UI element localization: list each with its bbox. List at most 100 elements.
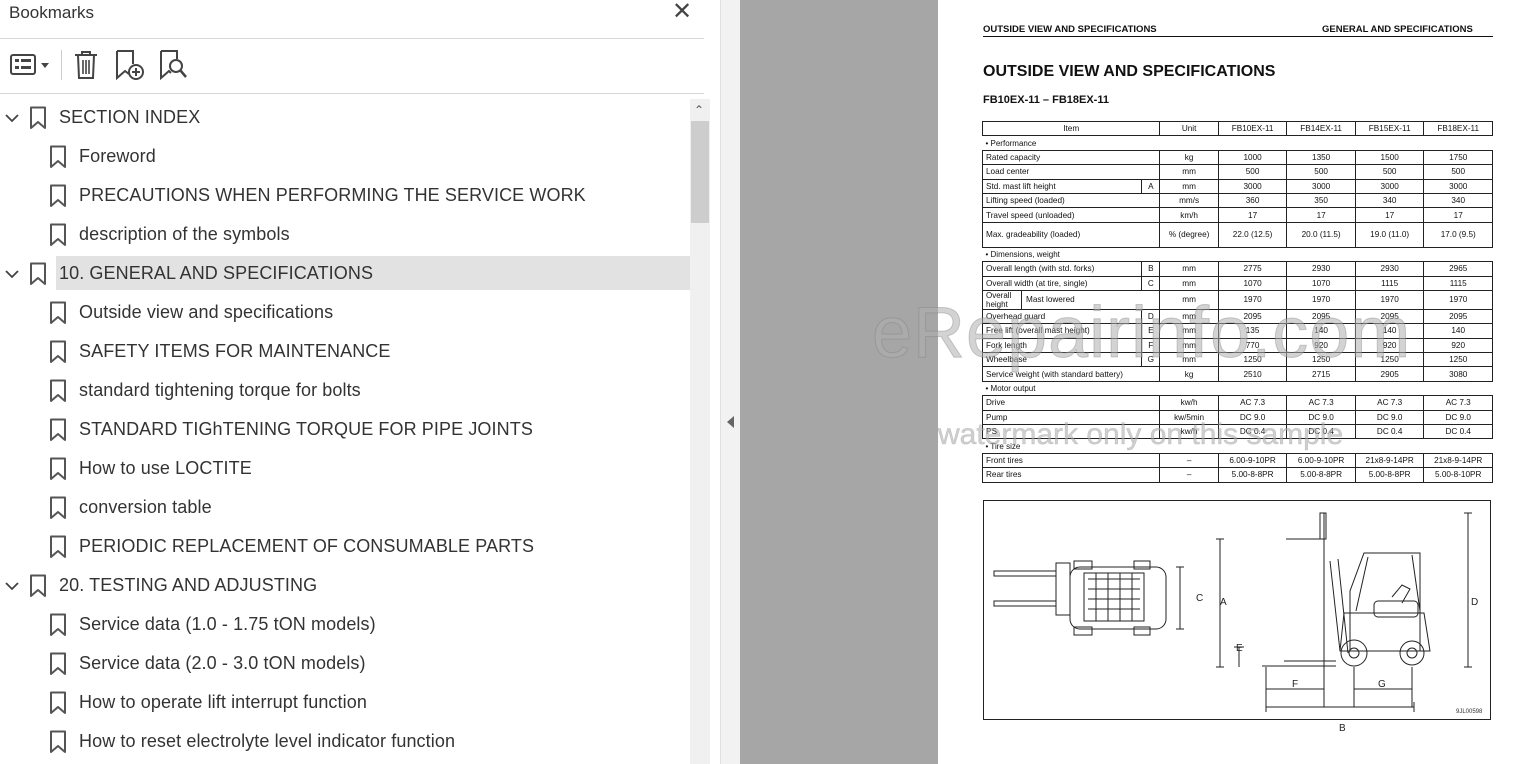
unit-cell: km/h [1159,207,1219,223]
dimension-code: E [1141,323,1161,339]
bookmark-item[interactable]: STANDARD TIGhTENING TORQUE FOR PIPE JOIN… [0,412,690,448]
value-cell: 2095 [1286,308,1356,325]
new-bookmark-icon[interactable] [114,48,146,82]
bookmark-item[interactable]: Service data (1.0 - 1.75 tON models) [0,607,690,643]
value-cell: 6.00-9-10PR [1286,452,1356,469]
delete-icon[interactable] [72,48,100,82]
bookmark-item[interactable]: conversion table [0,490,690,526]
value-cell: DC 0.4 [1217,424,1288,440]
item-label: Overall width (at tire, single) [981,275,1143,291]
bookmark-icon [48,730,68,754]
bookmark-label: How to use LOCTITE [79,458,252,478]
dimension-label: G [1378,679,1386,690]
close-icon[interactable]: ✕ [672,0,692,24]
column-header: FB14EX-11 [1286,120,1356,137]
bookmark-section[interactable]: SECTION INDEX [0,100,690,136]
section-label: • Motor output [982,380,1493,397]
value-cell: 500 [1217,164,1288,180]
bookmark-item[interactable]: PERIODIC REPLACEMENT OF CONSUMABLE PARTS [0,529,690,565]
document-background [740,0,938,764]
options-list-icon[interactable] [8,48,54,82]
value-cell: AC 7.3 [1286,395,1356,411]
table-row: Std. mast lift height Amm 3000 3000 3000 3000 [981,178,1493,194]
value-cell: 1250 [1423,352,1493,368]
value-cell: 1070 [1217,275,1288,291]
dimension-code: F [1141,337,1161,354]
group-label: Overall height [986,290,1022,309]
value-cell: 2965 [1423,261,1493,277]
page-subtitle: FB10EX-11 – FB18EX-11 [983,94,1109,106]
value-cell: 2775 [1217,261,1288,277]
value-cell: 500 [1423,164,1493,180]
item-label: Travel speed (unloaded) [981,207,1161,223]
value-cell: 2905 [1354,366,1425,382]
table-row: PS kw/h DC 0.4 DC 0.4 DC 0.4 DC 0.4 [981,424,1493,440]
value-cell: 21x8-9-14PR [1354,452,1425,469]
bookmark-item[interactable]: PRECAUTIONS WHEN PERFORMING THE SERVICE … [0,178,690,214]
value-cell: DC 0.4 [1354,424,1425,440]
bookmark-label: 10. GENERAL AND SPECIFICATIONS [59,263,374,283]
value-cell: 20.0 (11.5) [1286,221,1356,248]
bookmark-item[interactable]: How to use LOCTITE [0,451,690,487]
bookmark-section[interactable]: 20. TESTING AND ADJUSTING [0,568,690,604]
value-cell: 1000 [1217,149,1288,166]
find-bookmark-icon[interactable] [158,48,190,82]
divider [0,93,704,94]
bookmark-item[interactable]: How to reset electrolyte level indicator… [0,724,690,760]
value-cell: 920 [1423,337,1493,354]
scrollbar-thumb[interactable] [691,121,709,223]
item-label: Lifting speed (loaded) [981,192,1161,209]
bookmark-section[interactable]: 10. GENERAL AND SPECIFICATIONS [0,256,690,292]
bookmark-label: SAFETY ITEMS FOR MAINTENANCE [79,341,391,361]
bookmark-item[interactable]: How to operate lift interrupt function [0,685,690,721]
bookmark-label: standard tightening torque for bolts [79,380,361,400]
value-cell: AC 7.3 [1354,395,1425,411]
unit-cell: % (degree) [1159,221,1219,248]
value-cell: 1970 [1286,289,1356,310]
item-label: Pump [981,409,1161,426]
bookmark-item[interactable]: Service data (2.0 - 3.0 tON models) [0,646,690,682]
value-cell: 920 [1286,337,1356,354]
dimension-code: C [1141,275,1161,291]
value-cell: 770 [1217,337,1288,354]
value-cell: 5.00-8-8PR [1217,467,1288,483]
bookmark-item[interactable]: SAFETY ITEMS FOR MAINTENANCE [0,334,690,370]
value-cell: 1970 [1423,289,1493,310]
scrollbar[interactable]: ⌃ [690,99,710,764]
bookmark-icon [28,106,48,130]
value-cell: DC 0.4 [1423,424,1493,440]
bookmark-icon [48,652,68,676]
table-row: Overall width (at tire, single) Cmm 1070 10… [981,275,1493,291]
item-label: Mast lowered [1026,295,1075,305]
table-cell: Overall height Mast lowered [981,289,1161,310]
value-cell: 17 [1286,207,1356,223]
bookmark-icon [28,262,48,286]
value-cell: 1500 [1354,149,1425,166]
table-row: Pump kw/5min DC 9.0 DC 9.0 DC 9.0 DC 9.0 [981,409,1493,426]
chevron-down-icon[interactable] [4,578,20,594]
value-cell: 1970 [1354,289,1425,310]
table-row: Free lift (overall mast height) Emm 135 140… [981,323,1493,339]
bookmark-item[interactable]: Outside view and specifications [0,295,690,331]
unit-cell: mm [1159,164,1219,180]
value-cell: 1350 [1286,149,1356,166]
value-cell: 2715 [1286,366,1356,382]
scroll-up-icon[interactable]: ⌃ [694,103,704,117]
bookmark-icon [48,145,68,169]
value-cell: 3000 [1286,178,1356,194]
bookmark-item[interactable]: description of the symbols [0,217,690,253]
bookmark-label: How to operate lift interrupt function [79,692,367,712]
bookmark-item[interactable]: Foreword [0,139,690,175]
chevron-down-icon[interactable] [4,266,20,282]
value-cell: 350 [1286,192,1356,209]
bookmark-icon [48,301,68,325]
value-cell: 360 [1217,192,1288,209]
bookmark-item[interactable]: standard tightening torque for bolts [0,373,690,409]
bookmark-tree: SECTION INDEX Foreword PRECAUTIONS WHEN PE… [0,99,690,764]
collapse-panel-icon[interactable] [727,416,734,428]
panel-splitter[interactable] [720,0,740,764]
chevron-down-icon[interactable] [4,110,20,126]
value-cell: 1115 [1423,275,1493,291]
bookmark-label: Service data (1.0 - 1.75 tON models) [79,614,376,634]
value-cell: AC 7.3 [1423,395,1493,411]
